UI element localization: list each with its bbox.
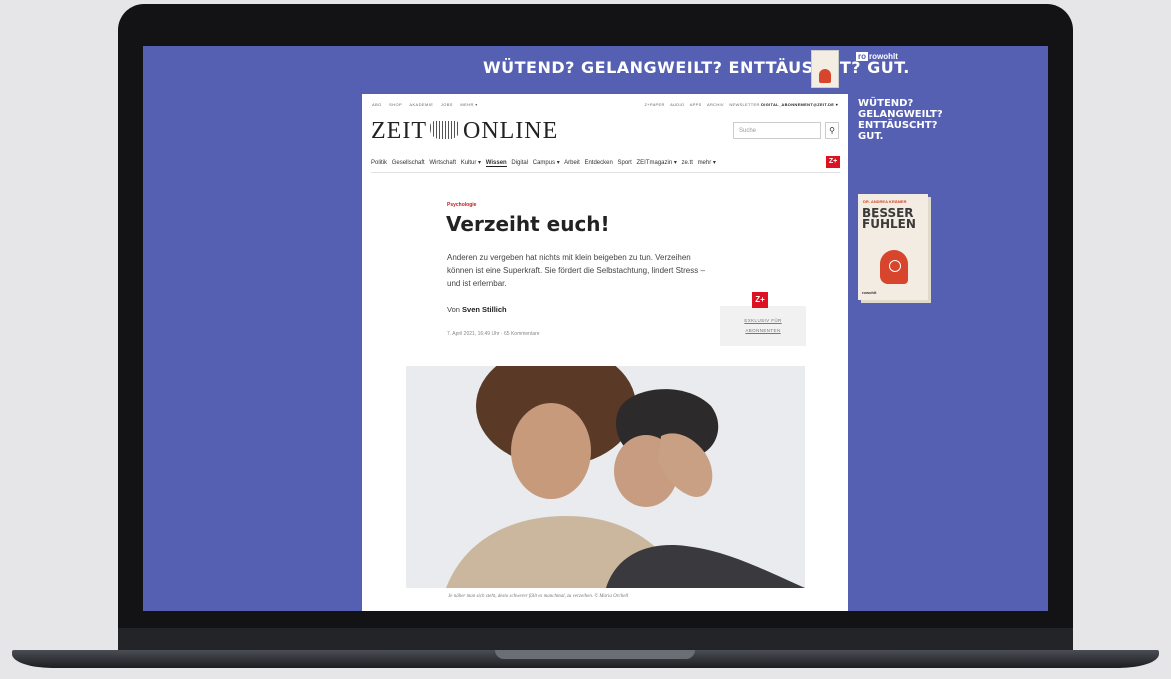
zplus-nav-button[interactable]: Z+ — [826, 156, 840, 168]
nav-item-entdecken[interactable]: Entdecken — [584, 160, 612, 166]
top-nav-item[interactable]: MEHR ▾ — [460, 102, 477, 107]
laptop-screen: WÜTEND? GELANGWEILT? ENTTÄUSCHT? GUT. ro… — [143, 46, 1048, 611]
logo-text-right: ONLINE — [462, 118, 559, 144]
top-nav-right-item[interactable]: NEWSLETTER — [729, 102, 759, 107]
ad-side-line: GELANGWEILT? — [858, 109, 943, 120]
laptop-notch — [495, 650, 695, 659]
ad-side-line: ENTTÄUSCHT? — [858, 120, 938, 131]
web-page: ABO SHOP AKADEMIE JOBS MEHR ▾ Z+PAPER AU… — [362, 94, 848, 611]
photo-caption: Je näher man sich steht, desto schwerer … — [448, 594, 629, 599]
author-link[interactable]: Sven Stillich — [462, 305, 507, 314]
ad-publisher-name: rowohlt — [869, 52, 898, 61]
book-publisher: rowohlt — [862, 290, 877, 295]
article-photo — [406, 366, 805, 588]
top-nav-right-item[interactable]: ARCHIV — [707, 102, 724, 107]
nav-divider — [371, 172, 840, 173]
nav-item-wirtschaft[interactable]: Wirtschaft — [429, 160, 456, 166]
book-title: BESSER FÜHLEN — [862, 207, 916, 231]
top-nav-right-item[interactable]: AUDIO — [670, 102, 684, 107]
ad-side-line: GUT. — [858, 131, 884, 142]
ad-publisher-logo[interactable]: ro rowohlt — [856, 52, 898, 61]
exclusive-text: EXKLUSIV FÜR — [744, 318, 782, 323]
nav-item-sport[interactable]: Sport — [618, 160, 632, 166]
search-input[interactable]: Suche — [733, 122, 821, 139]
ad-banner-headline[interactable]: WÜTEND? GELANGWEILT? ENTTÄUSCHT? GUT. — [483, 58, 910, 77]
nav-item-campus[interactable]: Campus ▾ — [533, 160, 560, 166]
nav-item-kultur[interactable]: Kultur ▾ — [461, 160, 481, 166]
article-title: Verzeiht euch! — [446, 212, 610, 236]
article-byline: Von Sven Stillich — [447, 305, 507, 314]
top-nav-right-item[interactable]: Z+PAPER — [645, 102, 665, 107]
account-menu[interactable]: DIGITAL_ABONNEMENT@ZEIT.DE ▾ — [761, 102, 838, 107]
ad-book-thumbnail[interactable] — [811, 50, 839, 88]
woman-face — [511, 403, 591, 499]
book-title-line: FÜHLEN — [862, 217, 916, 231]
eagle-icon — [429, 121, 460, 139]
ad-side-text[interactable]: WÜTEND? GELANGWEILT? ENTTÄUSCHT? GUT. — [858, 98, 968, 142]
nav-item-digital[interactable]: Digital — [511, 160, 528, 166]
nav-item-mehr[interactable]: mehr ▾ — [698, 160, 716, 166]
comments-link[interactable]: 65 Kommentare — [504, 331, 540, 337]
article-lead: Anderen zu vergeben hat nichts mit klein… — [447, 253, 705, 288]
top-nav-item[interactable]: JOBS — [441, 102, 453, 107]
nav-item-zeitmagazin[interactable]: ZEITmagazin ▾ — [637, 160, 677, 166]
nav-item-gesellschaft[interactable]: Gesellschaft — [392, 160, 425, 166]
byline-prefix: Von — [447, 305, 460, 314]
nav-item-arbeit[interactable]: Arbeit — [564, 160, 580, 166]
logo-text-left: ZEIT — [371, 118, 427, 144]
top-nav-right: Z+PAPER AUDIO APPS ARCHIV NEWSLETTER DIG… — [641, 102, 838, 107]
ad-side-line: WÜTEND? — [858, 98, 914, 109]
exclusive-text: ABONNENTEN — [745, 328, 781, 333]
top-nav-item[interactable]: AKADEMIE — [409, 102, 433, 107]
top-nav: ABO SHOP AKADEMIE JOBS MEHR ▾ — [372, 102, 484, 107]
nav-item-wissen[interactable]: Wissen — [485, 160, 507, 167]
book-author: DR. ANDREA KRÄMER — [863, 199, 907, 204]
exclusive-badge[interactable]: Z+ EXKLUSIV FÜR ABONNENTEN — [720, 292, 806, 346]
nav-item-zett[interactable]: ze.tt — [682, 160, 693, 166]
nav-item-politik[interactable]: Politik — [371, 160, 387, 166]
search-icon[interactable]: ⚲ — [825, 122, 839, 139]
book-head-illustration-icon — [880, 250, 908, 284]
article-date: 7. April 2021, 16:49 Uhr — [447, 331, 500, 337]
zplus-icon: Z+ — [752, 292, 768, 308]
article-kicker[interactable]: Psychologie — [447, 202, 476, 208]
main-nav: Politik Gesellschaft Wirtschaft Kultur ▾… — [371, 159, 719, 167]
top-nav-right-item[interactable]: APPS — [690, 102, 702, 107]
top-nav-item[interactable]: ABO — [372, 102, 382, 107]
ad-book-cover[interactable]: DR. ANDREA KRÄMER BESSER FÜHLEN rowohlt — [858, 194, 928, 300]
site-logo[interactable]: ZEIT ONLINE — [371, 118, 558, 145]
top-nav-item[interactable]: SHOP — [389, 102, 402, 107]
article-meta: 7. April 2021, 16:49 Uhr · 65 Kommentare — [447, 331, 540, 337]
